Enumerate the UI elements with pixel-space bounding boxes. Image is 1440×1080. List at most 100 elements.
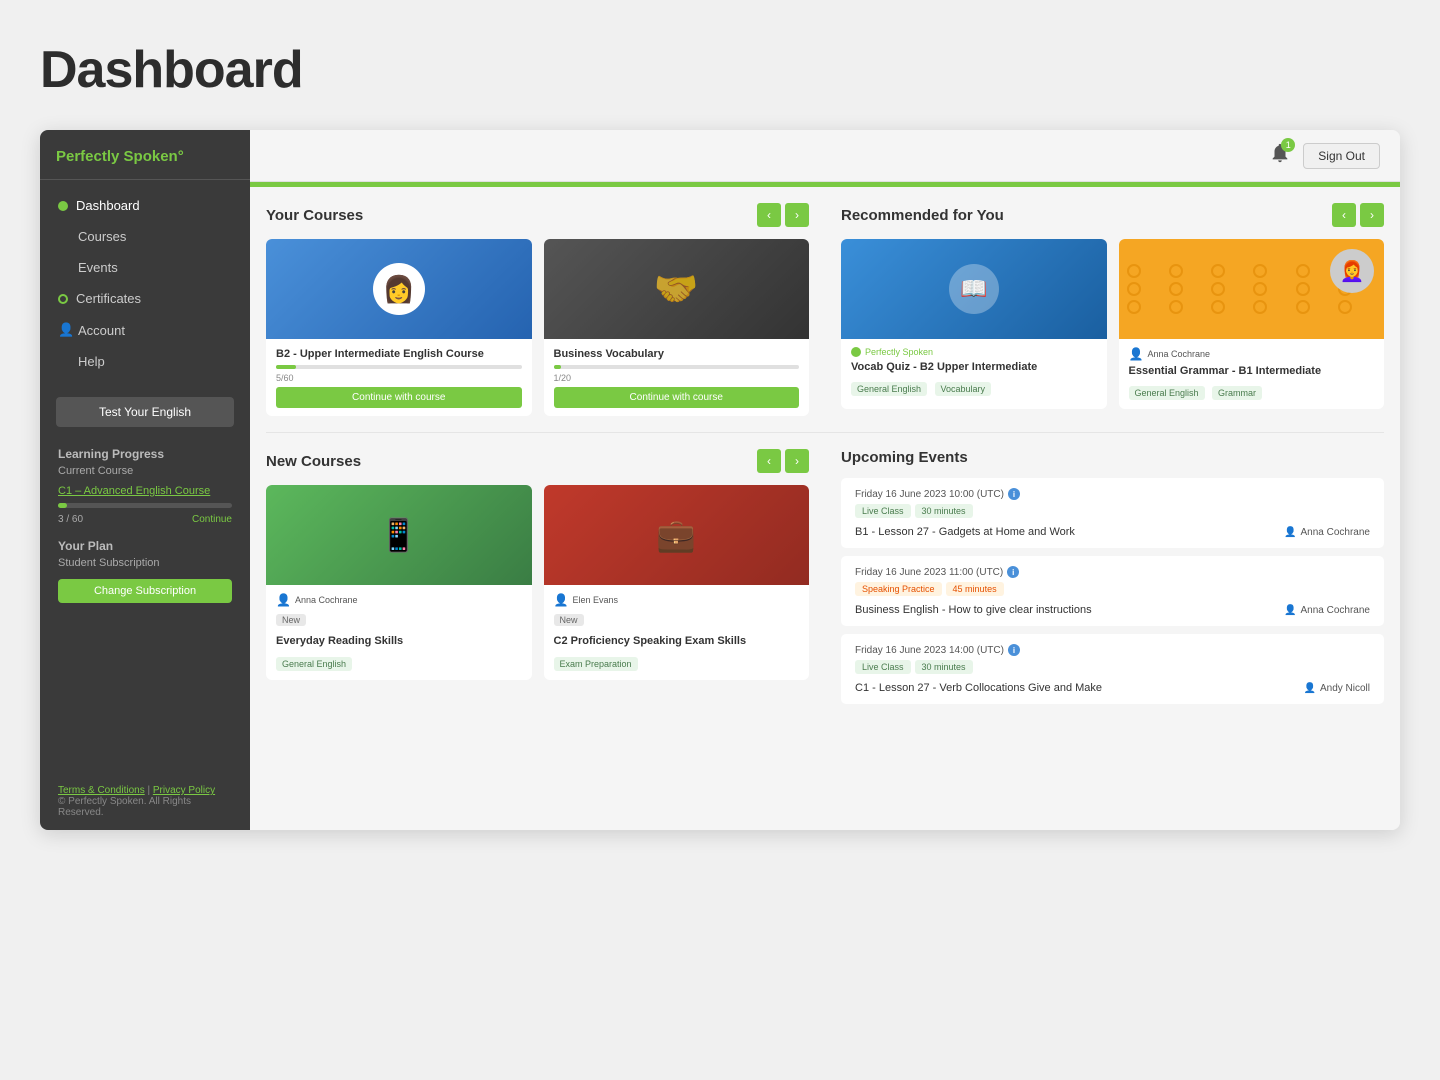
upcoming-events-header: Upcoming Events [841, 449, 1384, 466]
new-courses-section: New Courses ‹ › 📱 👤 [250, 433, 825, 728]
sidebar-item-dashboard[interactable]: Dashboard [40, 190, 250, 221]
event-title-1: B1 - Lesson 27 - Gadgets at Home and Wor… [855, 526, 1075, 538]
recommended-prev[interactable]: ‹ [1332, 203, 1356, 227]
new-courses-next[interactable]: › [785, 449, 809, 473]
sidebar-item-help[interactable]: Help [40, 346, 250, 377]
dashboard-dot-icon [58, 201, 68, 211]
course-title-2: Business Vocabulary [554, 347, 800, 361]
your-courses-title: Your Courses [266, 207, 363, 224]
new-course-title-2: C2 Proficiency Speaking Exam Skills [554, 634, 800, 648]
sidebar-item-courses[interactable]: Courses [40, 221, 250, 252]
sidebar: Perfectly Spoken° Dashboard Courses Even… [40, 130, 250, 830]
teacher-avatar-icon-1: 👤 [1284, 527, 1296, 538]
event-date-2: Friday 16 June 2023 11:00 (UTC) i [855, 566, 1370, 578]
teacher-person-icon-1: 👤 [276, 593, 291, 607]
course-title-1: B2 - Upper Intermediate English Course [276, 347, 522, 361]
your-courses-grid: 👩 B2 - Upper Intermediate English Course… [266, 239, 809, 416]
subscription-label: Student Subscription [40, 555, 250, 575]
sign-out-button[interactable]: Sign Out [1303, 143, 1380, 169]
teacher-avatar-icon-2: 👤 [1284, 605, 1296, 616]
new-course-card-1: 📱 👤 Anna Cochrane New Everyday Reading S… [266, 485, 532, 679]
new-course-tag-1: General English [276, 657, 352, 671]
course-card-2: 🤝 Business Vocabulary 1/20 Continue with… [544, 239, 810, 416]
recommended-title: Recommended for You [841, 207, 1004, 224]
new-course-teacher-2: 👤 Elen Evans [554, 593, 800, 607]
event-tags-2: Speaking Practice 45 minutes [855, 582, 1370, 596]
page-title: Dashboard [40, 40, 1400, 100]
recommended-nav: ‹ › [1332, 203, 1384, 227]
privacy-link[interactable]: Privacy Policy [153, 785, 215, 796]
sidebar-item-events[interactable]: Events [40, 252, 250, 283]
new-courses-prev[interactable]: ‹ [757, 449, 781, 473]
course-body-1: B2 - Upper Intermediate English Course 5… [266, 339, 532, 416]
your-courses-section: Your Courses ‹ › 👩 [250, 187, 825, 432]
course-progress-count: 3 / 60 Continue [40, 512, 250, 531]
sidebar-item-certificates[interactable]: Certificates [40, 283, 250, 314]
event-info-icon-3: i [1008, 644, 1020, 656]
rec-provider-1: Perfectly Spoken [851, 347, 1097, 357]
rec-tag-general: General English [851, 382, 927, 396]
your-courses-header: Your Courses ‹ › [266, 203, 809, 227]
course-avatar-1: 👩 [373, 263, 425, 315]
current-course-label: Current Course [40, 465, 250, 483]
event-title-3: C1 - Lesson 27 - Verb Collocations Give … [855, 682, 1102, 694]
new-course-thumb-2: 💼 [544, 485, 810, 585]
rec-card-1: 📖 Perfectly Spoken Vocab Quiz - B2 Upper… [841, 239, 1107, 409]
event-tag-duration-1: 30 minutes [915, 504, 973, 518]
teacher-icon: 👤 [1129, 347, 1144, 361]
event-card-2: Friday 16 June 2023 11:00 (UTC) i Speaki… [841, 556, 1384, 626]
continue-course-1-button[interactable]: Continue with course [276, 387, 522, 408]
app-container: Perfectly Spoken° Dashboard Courses Even… [40, 130, 1400, 830]
new-courses-nav: ‹ › [757, 449, 809, 473]
new-badge-1: New [276, 614, 306, 626]
course-progress-fill-2 [554, 365, 561, 369]
rec-body-1: Perfectly Spoken Vocab Quiz - B2 Upper I… [841, 339, 1107, 405]
your-courses-nav: ‹ › [757, 203, 809, 227]
event-teacher-2: 👤 Anna Cochrane [1284, 605, 1370, 616]
rec-title-1: Vocab Quiz - B2 Upper Intermediate [851, 360, 1097, 374]
test-your-english-button[interactable]: Test Your English [56, 397, 234, 427]
bottom-content-grid: New Courses ‹ › 📱 👤 [250, 433, 1400, 728]
course-thumb-2: 🤝 [544, 239, 810, 339]
provider-dot-icon [851, 347, 861, 357]
event-tag-speaking: Speaking Practice [855, 582, 942, 596]
new-course-icon-1: 📱 [379, 516, 419, 554]
rec-tag-grammar: Grammar [1212, 386, 1262, 400]
copyright-text: © Perfectly Spoken. All Rights Reserved. [58, 796, 232, 818]
your-courses-next[interactable]: › [785, 203, 809, 227]
rec-body-2: 👤 Anna Cochrane Essential Grammar - B1 I… [1119, 339, 1385, 409]
event-tags-1: Live Class 30 minutes [855, 504, 1370, 518]
upcoming-events-title: Upcoming Events [841, 449, 968, 466]
notification-bell[interactable]: 1 [1269, 142, 1291, 169]
learning-progress-label: Learning Progress [40, 437, 250, 465]
event-tag-liveclass-3: Live Class [855, 660, 911, 674]
sidebar-logo: Perfectly Spoken° [40, 130, 250, 180]
new-courses-title: New Courses [266, 453, 361, 470]
main-content: 1 Sign Out Your Courses ‹ › [250, 130, 1400, 830]
new-course-teacher-1: 👤 Anna Cochrane [276, 593, 522, 607]
rec-tags-2: General English Grammar [1129, 382, 1375, 401]
notification-badge: 1 [1281, 138, 1295, 152]
event-tag-duration-2: 45 minutes [946, 582, 1004, 596]
new-course-tag-2: Exam Preparation [554, 657, 638, 671]
terms-link[interactable]: Terms & Conditions [58, 785, 145, 796]
new-courses-header: New Courses ‹ › [266, 449, 809, 473]
current-course-name[interactable]: C1 – Advanced English Course [40, 483, 250, 499]
continue-course-2-button[interactable]: Continue with course [554, 387, 800, 408]
new-course-card-2: 💼 👤 Elen Evans New C2 Proficiency Speaki… [544, 485, 810, 679]
rec-thumb-2: 👩‍🦰 [1119, 239, 1385, 339]
new-course-body-2: 👤 Elen Evans New C2 Proficiency Speaking… [544, 585, 810, 679]
rec-title-2: Essential Grammar - B1 Intermediate [1129, 364, 1375, 378]
rec-tag-general-2: General English [1129, 386, 1205, 400]
change-subscription-button[interactable]: Change Subscription [58, 579, 232, 603]
event-teacher-1: 👤 Anna Cochrane [1284, 527, 1370, 538]
rec-card-2: 👩‍🦰 👤 Anna Cochrane Essential Grammar - … [1119, 239, 1385, 409]
event-row-1: B1 - Lesson 27 - Gadgets at Home and Wor… [855, 523, 1370, 538]
course-progress-bar-1 [276, 365, 522, 369]
rec-tag-vocab: Vocabulary [935, 382, 992, 396]
event-card-1: Friday 16 June 2023 10:00 (UTC) i Live C… [841, 478, 1384, 548]
sidebar-item-account[interactable]: 👤 Account [40, 314, 250, 346]
your-courses-prev[interactable]: ‹ [757, 203, 781, 227]
course-progress-fill-1 [276, 365, 296, 369]
recommended-next[interactable]: › [1360, 203, 1384, 227]
